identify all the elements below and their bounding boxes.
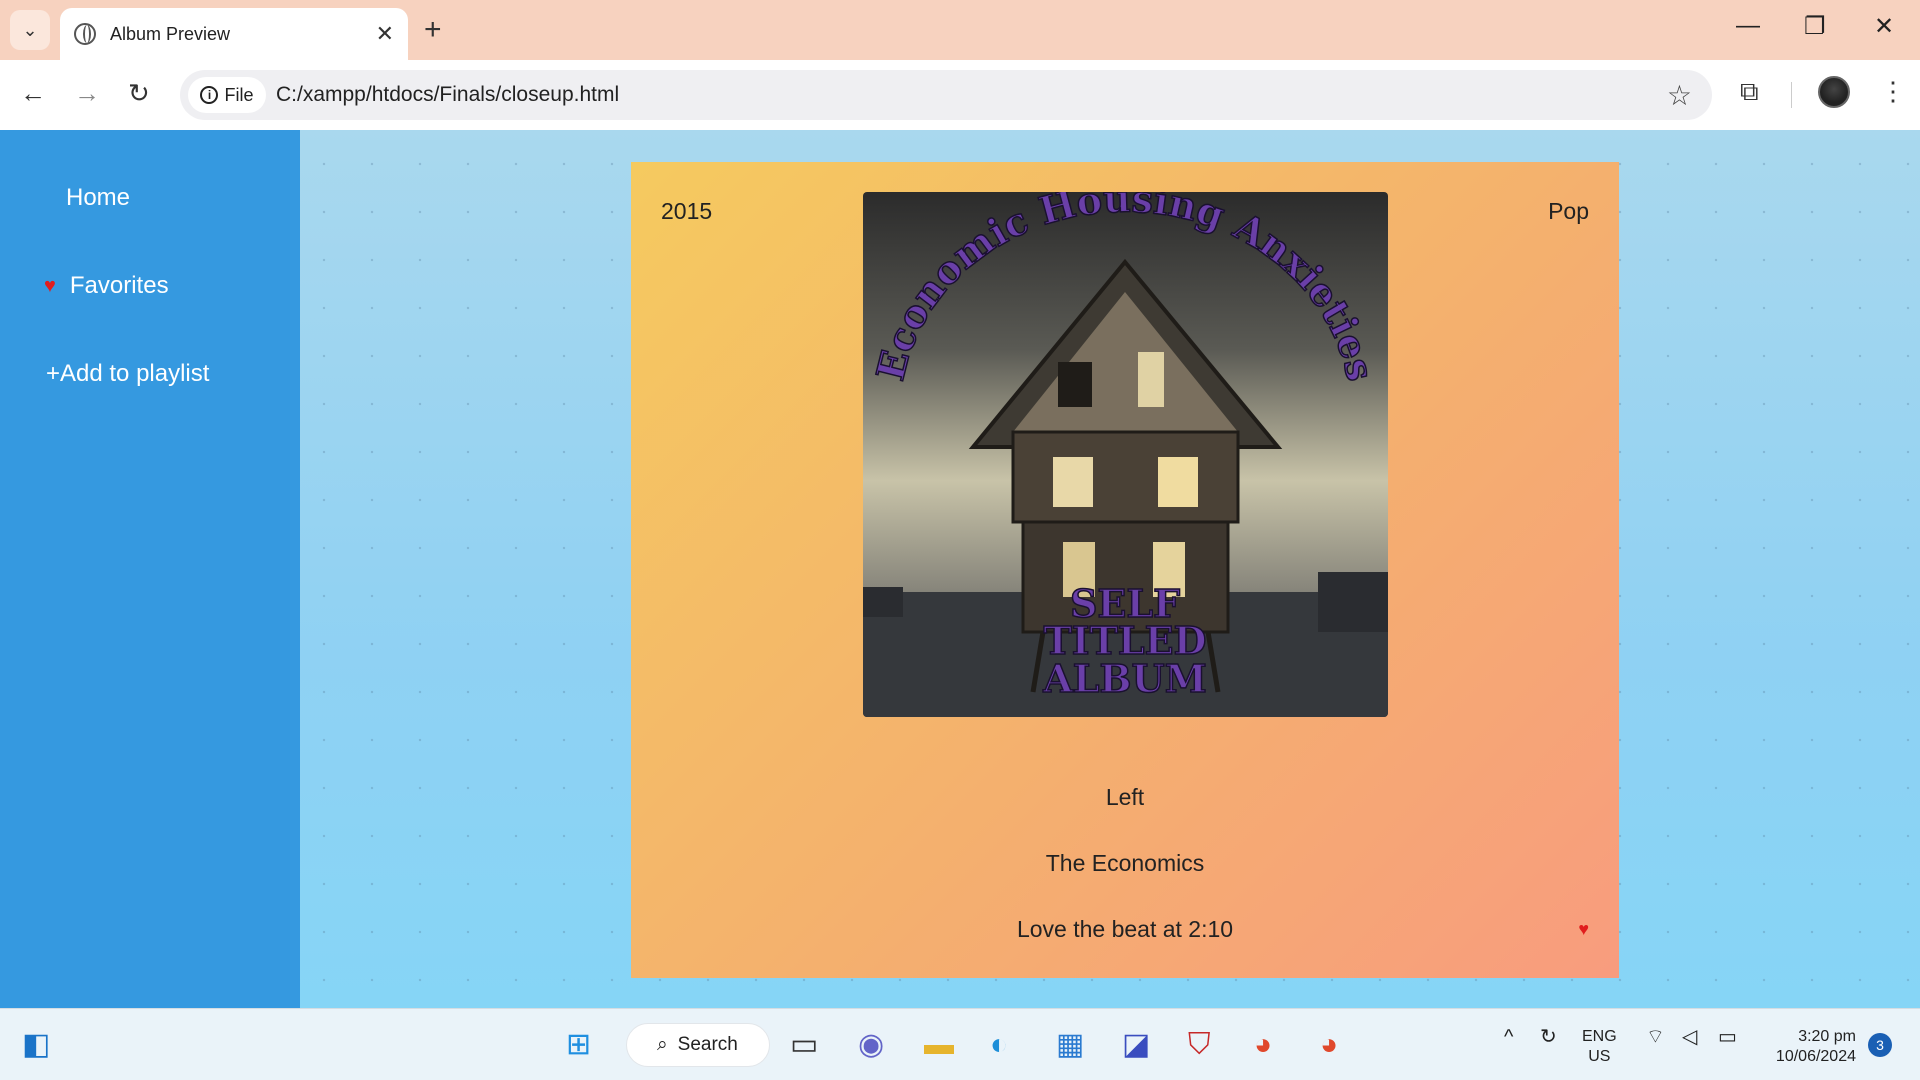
taskbar-search[interactable]: ⌕ Search [626, 1023, 770, 1067]
home-bullet-icon [44, 194, 52, 202]
browser-tab-strip: ⌄ Album Preview ✕ + — ❐ ✕ [0, 0, 1920, 60]
artist-name: The Economics [1045, 850, 1205, 876]
chevron-down-icon: ⌄ [22, 19, 38, 40]
site-info-label: File [224, 84, 254, 105]
chrome-icon[interactable]: ◕ [1254, 1027, 1272, 1063]
edge-icon[interactable]: ◐ [990, 1027, 1008, 1063]
wifi-icon[interactable]: ⌔ [1646, 1027, 1665, 1047]
notification-badge[interactable]: 3 [1868, 1033, 1892, 1057]
tab-title: Album Preview [110, 23, 231, 44]
favorite-heart-icon[interactable]: ♥ [1578, 919, 1589, 940]
chrome-active-icon[interactable]: ◕ [1320, 1027, 1338, 1063]
new-tab-button[interactable]: + [424, 14, 442, 46]
cover-building [1318, 572, 1388, 632]
album-genre: Pop [1548, 198, 1589, 224]
song-note: Love the beat at 2:10 [1016, 916, 1234, 942]
restore-button[interactable]: ❐ [1804, 12, 1826, 41]
arrow-right-icon: → [74, 78, 100, 108]
language-indicator[interactable]: ENG US [1582, 1027, 1617, 1067]
profile-avatar[interactable] [1818, 76, 1850, 108]
sidebar-item-label: Favorites [69, 272, 169, 299]
tab-close-button[interactable]: ✕ [376, 21, 394, 47]
sidebar-item-label: Home [66, 184, 131, 211]
bookmark-star-icon[interactable]: ☆ [1667, 79, 1692, 112]
clock-time: 3:20 pm [1798, 1028, 1856, 1045]
toolbar-divider [1791, 82, 1792, 108]
minimize-button[interactable]: — [1736, 12, 1760, 40]
chat-icon[interactable]: ◉ [858, 1027, 884, 1063]
sidebar-item-favorites[interactable]: ♥ Favorites [44, 272, 169, 300]
tab-search-button[interactable]: ⌄ [10, 10, 50, 50]
tab-album-preview[interactable]: Album Preview ✕ [60, 8, 408, 60]
store-icon[interactable]: ▦ [1056, 1027, 1084, 1063]
cover-window [1138, 352, 1164, 407]
album-card: 2015 Pop Economic Housing Anxieties SELF… [631, 162, 1619, 978]
address-bar[interactable]: i File C:/xampp/htdocs/Finals/closeup.ht… [180, 70, 1712, 120]
sidebar: Home ♥ Favorites +Add to playlist [0, 130, 300, 1008]
cover-building [863, 587, 903, 617]
file-explorer-icon[interactable]: ▬ [924, 1027, 954, 1063]
cover-floor-2 [1011, 430, 1240, 524]
extensions-puzzle-icon[interactable]: ⧉ [1740, 76, 1759, 108]
shield-icon[interactable]: ⛉ [1188, 1027, 1211, 1063]
back-button[interactable]: ← [20, 78, 46, 109]
clock-date: 10/06/2024 [1775, 1048, 1856, 1065]
url-text[interactable]: C:/xampp/htdocs/Finals/closeup.html [276, 83, 619, 107]
song-title: Left [1105, 784, 1145, 810]
sidebar-item-add-to-playlist[interactable]: +Add to playlist [46, 360, 209, 388]
reload-icon: ↻ [128, 78, 150, 108]
site-info-chip[interactable]: i File [188, 77, 266, 113]
globe-icon [74, 23, 96, 45]
close-window-button[interactable]: ✕ [1874, 12, 1894, 41]
clock[interactable]: 3:20 pm 10/06/2024 [1760, 1027, 1856, 1067]
album-year: 2015 [661, 198, 713, 224]
sync-icon[interactable]: ↻ [1540, 1027, 1557, 1047]
cover-window [1053, 457, 1093, 507]
task-view-icon[interactable]: ▭ [790, 1027, 818, 1063]
widgets-icon[interactable]: ◧ [22, 1027, 50, 1063]
cover-window [1058, 362, 1092, 407]
arrow-left-icon: ← [20, 78, 46, 108]
start-windows-icon[interactable]: ⊞ [566, 1027, 591, 1063]
page-viewport: Home ♥ Favorites +Add to playlist 2015 P… [0, 130, 1920, 1008]
cover-title-line3: ALBUM [1042, 656, 1207, 701]
forward-button[interactable]: → [74, 78, 100, 109]
browser-toolbar: ← → ↻ i File C:/xampp/htdocs/Finals/clos… [0, 60, 1920, 130]
search-icon: ⌕ [657, 1034, 668, 1055]
app-icon[interactable]: ◪ [1122, 1027, 1150, 1063]
album-cover-art: Economic Housing Anxieties SELF TITLED A… [863, 192, 1388, 717]
sidebar-item-home[interactable]: Home [44, 184, 130, 212]
volume-icon[interactable]: ◁ [1682, 1027, 1697, 1047]
reload-button[interactable]: ↻ [128, 78, 150, 109]
region-code: US [1588, 1048, 1611, 1065]
taskbar-search-label: Search [677, 1034, 738, 1055]
battery-icon[interactable]: ▭ [1718, 1027, 1737, 1047]
heart-icon: ♥ [44, 274, 56, 297]
cover-window [1158, 457, 1198, 507]
more-menu-icon[interactable]: ⋮ [1880, 76, 1906, 107]
info-icon: i [200, 86, 219, 104]
language-code: ENG [1582, 1028, 1617, 1045]
sidebar-item-label: +Add to playlist [46, 360, 210, 387]
album-cover-image: Economic Housing Anxieties SELF TITLED A… [863, 192, 1388, 717]
taskbar: ◧ ⊞ ⌕ Search ▭ ◉ ▬ ◐ ▦ ◪ ⛉ ◕ ◕ ^ ↻ ENG U… [0, 1008, 1920, 1080]
chevron-up-icon[interactable]: ^ [1504, 1027, 1513, 1047]
